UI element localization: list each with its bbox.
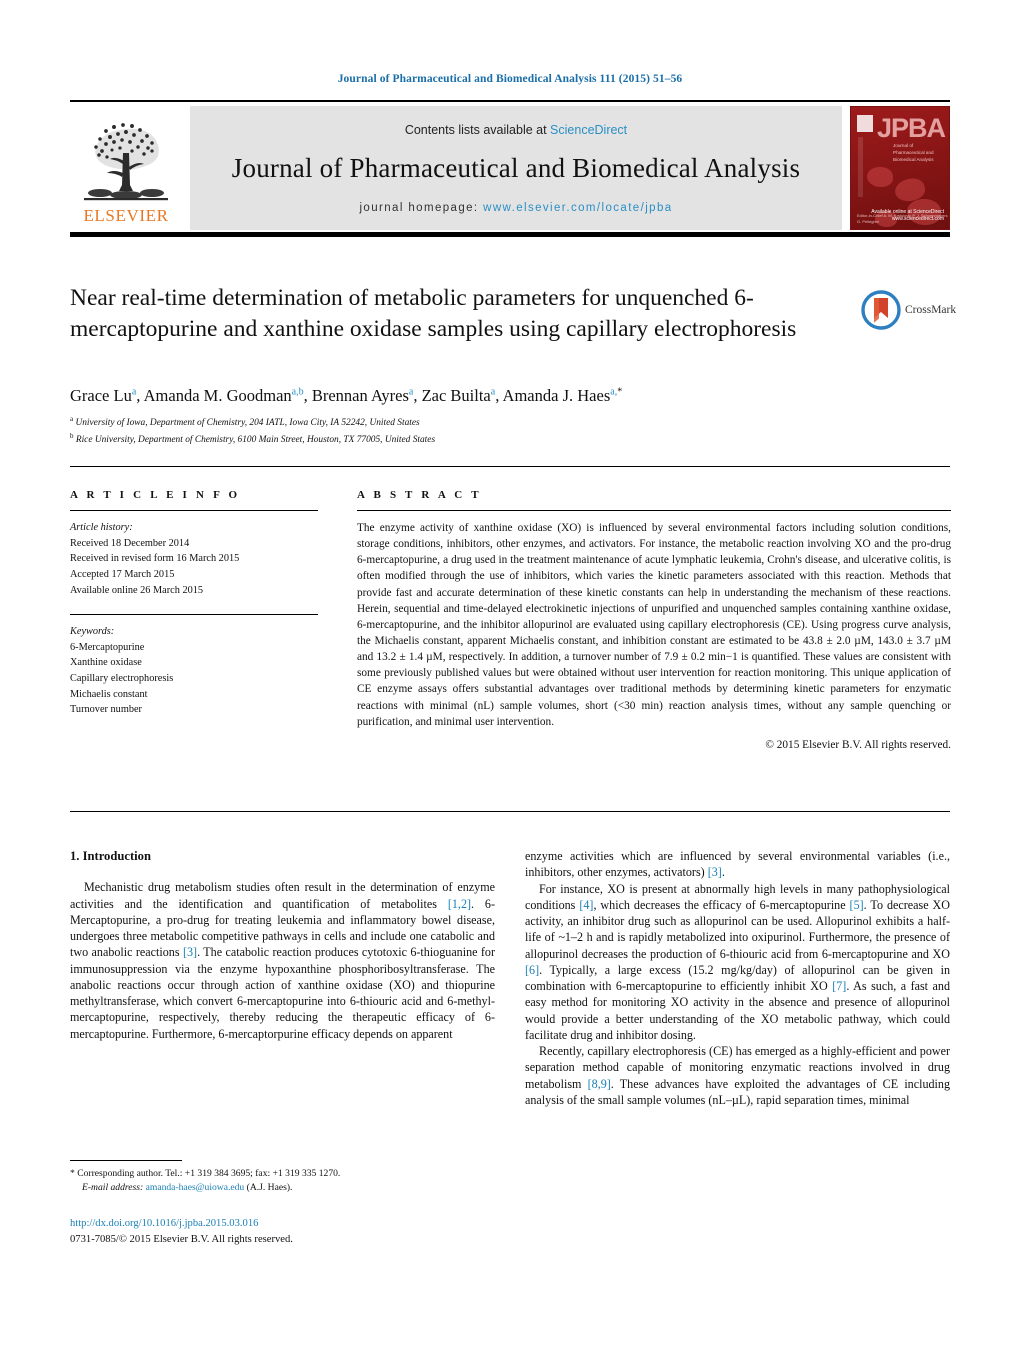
article-info-rule (70, 510, 318, 511)
affiliation-list: a University of Iowa, Department of Chem… (70, 414, 950, 449)
article-info-section: A R T I C L E I N F O Article history: R… (70, 489, 318, 718)
history-item: Accepted 17 March 2015 (70, 568, 175, 580)
corresponding-author-line: * Corresponding author. Tel.: +1 319 384… (70, 1167, 495, 1181)
issn-copyright-line: 0731-7085/© 2015 Elsevier B.V. All right… (70, 1233, 293, 1245)
keywords-label: Keywords: (70, 626, 115, 638)
cover-subtitle: Journal of Pharmaceutical and Biomedical… (893, 143, 934, 162)
corresponding-author-footnote: * Corresponding author. Tel.: +1 319 384… (70, 1160, 495, 1196)
article-history-label: Article history: (70, 522, 133, 533)
abstract-section: A B S T R A C T The enzyme activity of x… (357, 489, 951, 751)
abstract-bottom-rule (70, 811, 950, 812)
footnote-marker: * (70, 1168, 75, 1179)
elsevier-tree-icon (76, 117, 176, 205)
cover-acronym: JPBA (877, 113, 946, 143)
crossmark-badge[interactable]: CrossMark (861, 288, 961, 332)
abstract-heading: A B S T R A C T (357, 489, 482, 501)
body-column-left: 1. Introduction Mechanistic drug metabol… (70, 848, 495, 1042)
history-item: Available online 26 March 2015 (70, 584, 204, 596)
crossmark-label: CrossMark (905, 304, 957, 316)
author-list: Grace Lua, Amanda M. Goodmana,b, Brennan… (70, 386, 623, 405)
affiliation-mark: a (70, 415, 74, 423)
abstract-text: The enzyme activity of xanthine oxidase … (357, 522, 951, 728)
cover-emblem-icon (857, 115, 873, 132)
title-block: Near real-time determination of metaboli… (70, 283, 840, 346)
keyword-item: Michaelis constant (70, 688, 148, 700)
journal-banner: Contents lists available at ScienceDirec… (190, 106, 842, 230)
journal-homepage-line: journal homepage: www.elsevier.com/locat… (359, 202, 672, 214)
cover-sciencedirect: Available online at ScienceDirect www.sc… (871, 209, 944, 222)
email-line: E-mail address: amanda-haes@uiowa.edu (A… (70, 1181, 495, 1195)
elsevier-logo: ELSEVIER (70, 106, 182, 230)
affiliation-text: Rice University, Department of Chemistry… (75, 435, 436, 446)
affiliation-mark: b (70, 432, 74, 441)
section-heading-introduction: 1. Introduction (70, 849, 151, 863)
doi-link[interactable]: http://dx.doi.org/10.1016/j.jpba.2015.03… (70, 1216, 510, 1232)
journal-cover-thumbnail[interactable]: JPBA Journal of Pharmaceutical and Biome… (850, 106, 950, 230)
citation-link[interactable]: [7] (832, 979, 846, 993)
citation-link[interactable]: [4] (579, 898, 593, 912)
email-label: E-mail address: (82, 1182, 144, 1194)
citation-link[interactable]: [6] (525, 963, 539, 977)
homepage-prefix: journal homepage: (359, 201, 484, 214)
email-link[interactable]: amanda-haes@uiowa.edu (146, 1182, 245, 1193)
citation-link[interactable]: [3] (708, 865, 722, 879)
citation-link[interactable]: [5] (850, 898, 864, 912)
email-suffix: (A.J. Haes). (246, 1182, 293, 1194)
journal-title: Journal of Pharmaceutical and Biomedical… (231, 152, 801, 183)
page-title: Near real-time determination of metaboli… (70, 285, 797, 343)
journal-homepage-link[interactable]: www.elsevier.com/locate/jpba (483, 202, 672, 214)
citation-link[interactable]: [8,9] (588, 1077, 611, 1091)
body-paragraph: Mechanistic drug metabolism studies ofte… (70, 880, 496, 1041)
affiliation-item: b Rice University, Department of Chemist… (70, 431, 950, 448)
citation-link[interactable]: [1,2] (448, 897, 471, 911)
elsevier-wordmark: ELSEVIER (83, 206, 169, 225)
body-column-right: enzyme activities which are influenced b… (525, 848, 950, 1108)
affiliation-item: a University of Iowa, Department of Chem… (70, 414, 950, 431)
keyword-item: Xanthine oxidase (70, 657, 142, 669)
citation-link[interactable]: [3] (183, 945, 197, 959)
body-paragraph: enzyme activities which are influenced b… (525, 849, 950, 880)
cover-spine (858, 137, 863, 197)
article-page: Journal of Pharmaceutical and Biomedical… (0, 0, 1020, 1351)
keywords-rule (70, 614, 318, 616)
history-item: Received in revised form 16 March 2015 (70, 553, 240, 565)
contents-available-line: Contents lists available at ScienceDirec… (405, 123, 627, 137)
crossmark-icon (861, 290, 901, 330)
body-paragraph: For instance, XO is present at abnormall… (525, 881, 950, 1042)
running-head: Journal of Pharmaceutical and Biomedical… (337, 73, 683, 85)
corresponding-author-text: Corresponding author. Tel.: +1 319 384 3… (77, 1168, 341, 1179)
footnote-rule (70, 1160, 182, 1161)
keyword-item: Capillary electrophoresis (70, 673, 174, 685)
sciencedirect-link[interactable]: ScienceDirect (550, 123, 627, 137)
history-item: Received 18 December 2014 (70, 537, 190, 549)
doi-block: http://dx.doi.org/10.1016/j.jpba.2015.03… (70, 1216, 510, 1248)
abstract-copyright: © 2015 Elsevier B.V. All rights reserved… (765, 738, 951, 751)
body-paragraph: Recently, capillary electrophoresis (CE)… (525, 1044, 950, 1107)
article-info-heading: A R T I C L E I N F O (70, 489, 241, 501)
abstract-rule (357, 510, 951, 511)
info-section-top-rule (70, 466, 950, 467)
masthead-bottom-rule (70, 232, 950, 237)
journal-masthead: ELSEVIER Contents lists available at Sci… (70, 100, 950, 230)
cover-decoration (867, 167, 893, 187)
keyword-item: Turnover number (70, 704, 142, 716)
affiliation-text: University of Iowa, Department of Chemis… (75, 418, 420, 429)
keyword-item: 6-Mercaptopurine (70, 641, 145, 653)
contents-prefix: Contents lists available at (404, 122, 551, 137)
